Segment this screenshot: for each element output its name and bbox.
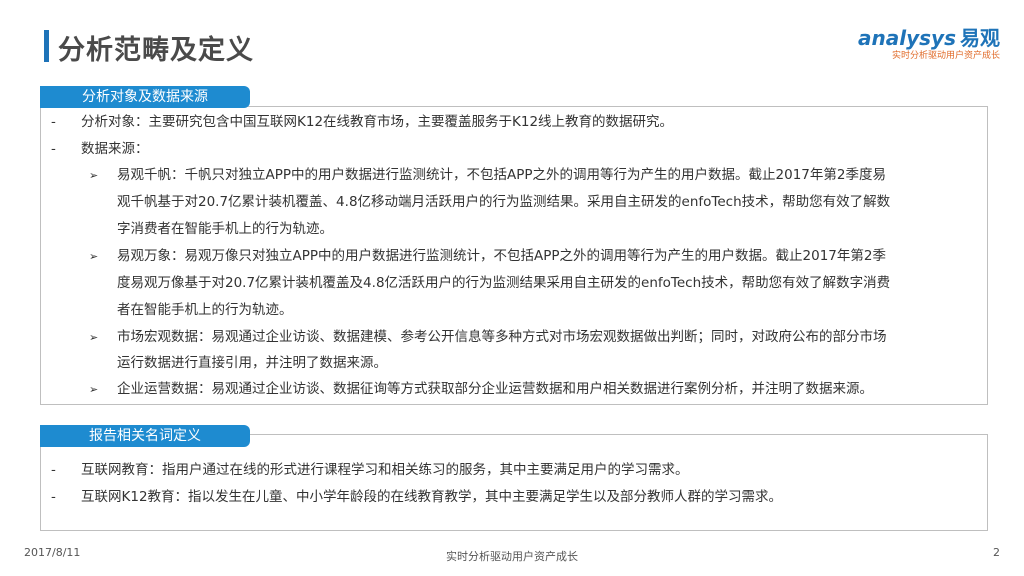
logo-brand-cn: 易观 [960, 26, 1000, 50]
item-text: 字消费者在智能手机上的行为轨迹。 [117, 221, 333, 237]
data-source-section: - 分析对象：主要研究包含中国互联网K12在线教育市场，主要覆盖服务于K12线上… [40, 106, 988, 405]
dash-bullet: - [51, 462, 56, 478]
item-text: 者在智能手机上的行为轨迹。 [117, 302, 293, 318]
dash-bullet: - [51, 141, 56, 157]
footer-slogan: 实时分析驱动用户资产成长 [446, 550, 578, 563]
item-text: 市场宏观数据：易观通过企业访谈、数据建模、参考公开信息等多种方式对市场宏观数据做… [117, 329, 887, 345]
arrow-bullet-icon: ➢ [89, 250, 99, 263]
item-text: 数据来源： [81, 141, 149, 157]
dash-bullet: - [51, 114, 56, 130]
arrow-bullet-icon: ➢ [89, 331, 99, 344]
item-text: 互联网K12教育：指以发生在儿童、中小学年龄段的在线教育教学，其中主要满足学生以… [81, 489, 783, 505]
item-text: 企业运营数据：易观通过企业访谈、数据征询等方式获取部分企业运营数据和用户相关数据… [117, 381, 873, 397]
item-text: 度易观万像基于对20.7亿累计装机覆盖及4.8亿活跃用户的行为监测结果采用自主研… [117, 275, 891, 291]
analysys-logo: analysys 易观 实时分析驱动用户资产成长 [850, 22, 1000, 64]
dash-bullet: - [51, 489, 56, 505]
page-number: 2 [993, 546, 1000, 559]
logo-wordmark: analysys 易观 [858, 22, 1000, 51]
arrow-bullet-icon: ➢ [89, 169, 99, 182]
item-text: 易观万象：易观万像只对独立APP中的用户数据进行监测统计，不包括APP之外的调用… [117, 248, 886, 264]
item-text: 互联网教育：指用户通过在线的形式进行课程学习和相关练习的服务，其中主要满足用户的… [81, 462, 689, 478]
item-text: 易观千帆：千帆只对独立APP中的用户数据进行监测统计，不包括APP之外的调用等行… [117, 167, 886, 183]
item-text: 分析对象：主要研究包含中国互联网K12在线教育市场，主要覆盖服务于K12线上教育… [81, 114, 674, 130]
data-source-tab: 分析对象及数据来源 [40, 86, 250, 108]
item-text: 观千帆基于对20.7亿累计装机覆盖、4.8亿移动端月活跃用户的行为监测结果。采用… [117, 194, 891, 210]
logo-brand: analysys [858, 26, 956, 50]
definitions-tab: 报告相关名词定义 [40, 425, 250, 447]
page-title: 分析范畴及定义 [58, 35, 254, 66]
item-text: 运行数据进行直接引用，并注明了数据来源。 [117, 355, 387, 371]
arrow-bullet-icon: ➢ [89, 383, 99, 396]
definitions-section: - 互联网教育：指用户通过在线的形式进行课程学习和相关练习的服务，其中主要满足用… [40, 434, 988, 531]
title-accent-bar [44, 30, 49, 62]
logo-tagline: 实时分析驱动用户资产成长 [891, 51, 1000, 61]
